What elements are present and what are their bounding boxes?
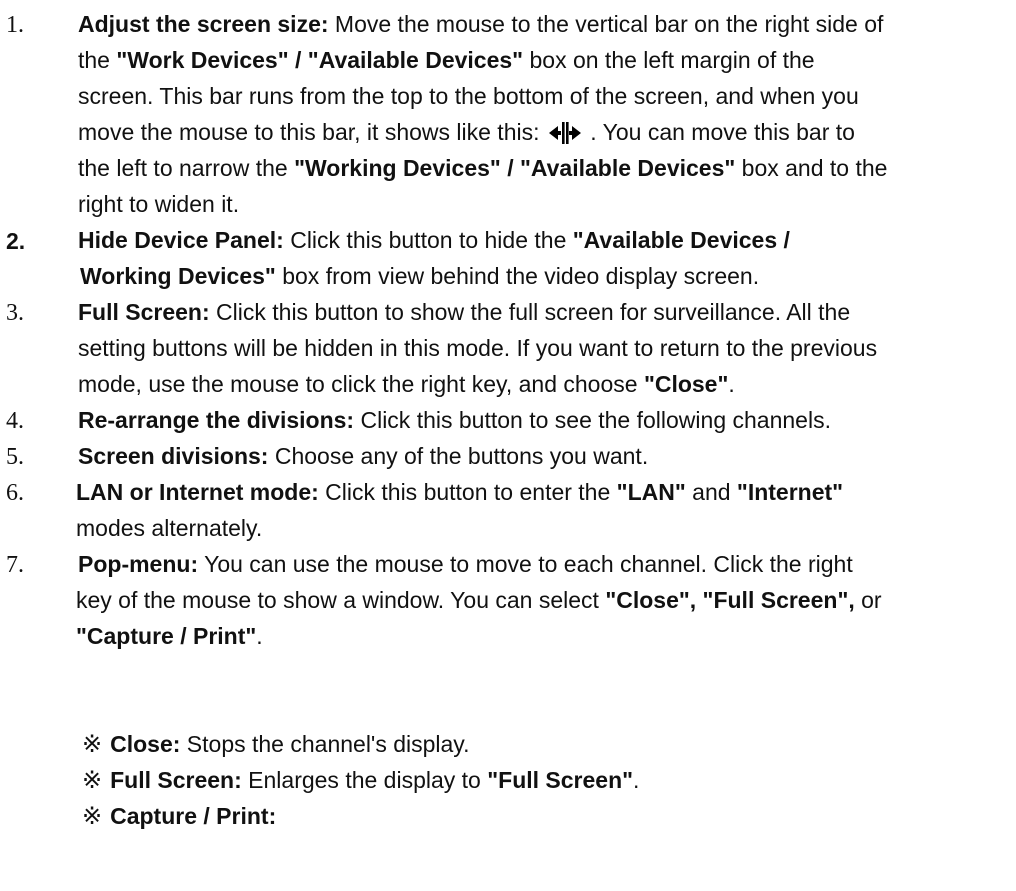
item-1-line-5: the left to narrow the "Working Devices"… [78,155,888,181]
item-2-line-2: Working Devices" box from view behind th… [80,263,760,289]
item-1-line-1: Adjust the screen size: Move the mouse t… [78,11,884,37]
item-7-line-1: Pop-menu: You can use the mouse to move … [78,551,853,577]
reference-mark-icon: ※ [82,803,103,830]
sub-item-capture-print: ※ Capture / Print: [82,803,277,830]
item-2-line-1: Hide Device Panel: Click this button to … [78,227,790,253]
item-4-line-1: Re-arrange the divisions: Click this but… [78,407,831,433]
reference-mark-icon: ※ [82,767,103,794]
item-6-line-1: LAN or Internet mode: Click this button … [76,479,844,505]
item-1-line-3: screen. This bar runs from the top to th… [78,83,859,109]
item-3-line-2: setting buttons will be hidden in this m… [78,335,878,361]
item-number: 6. [6,480,24,506]
item-3-line-1: Full Screen: Click this button to show t… [78,299,851,325]
item-3-line-3: mode, use the mouse to click the right k… [78,371,735,397]
item-1-line-6: right to widen it. [78,191,240,217]
item-6-line-2: modes alternately. [76,515,263,541]
item-number: 2. [6,228,26,254]
item-1-line-2: the "Work Devices" / "Available Devices"… [78,47,815,73]
item-number: 1. [6,12,24,38]
item-number: 4. [6,408,24,434]
item-1-line-4: move the mouse to this bar, it shows lik… [78,116,855,152]
item-5-line-1: Screen divisions: Choose any of the butt… [78,443,649,469]
item-number: 7. [6,552,24,578]
item-7-line-2: key of the mouse to show a window. You c… [76,587,882,613]
reference-mark-icon: ※ [82,731,103,758]
sub-item-close: ※ Close: Stops the channel's display. [82,731,470,758]
item-number: 3. [6,300,24,326]
item-number: 5. [6,444,24,470]
sub-item-full-screen: ※ Full Screen: Enlarges the display to "F… [82,767,640,794]
item-7-line-3: "Capture / Print". [76,623,263,649]
horizontal-resize-cursor-icon [548,120,582,152]
